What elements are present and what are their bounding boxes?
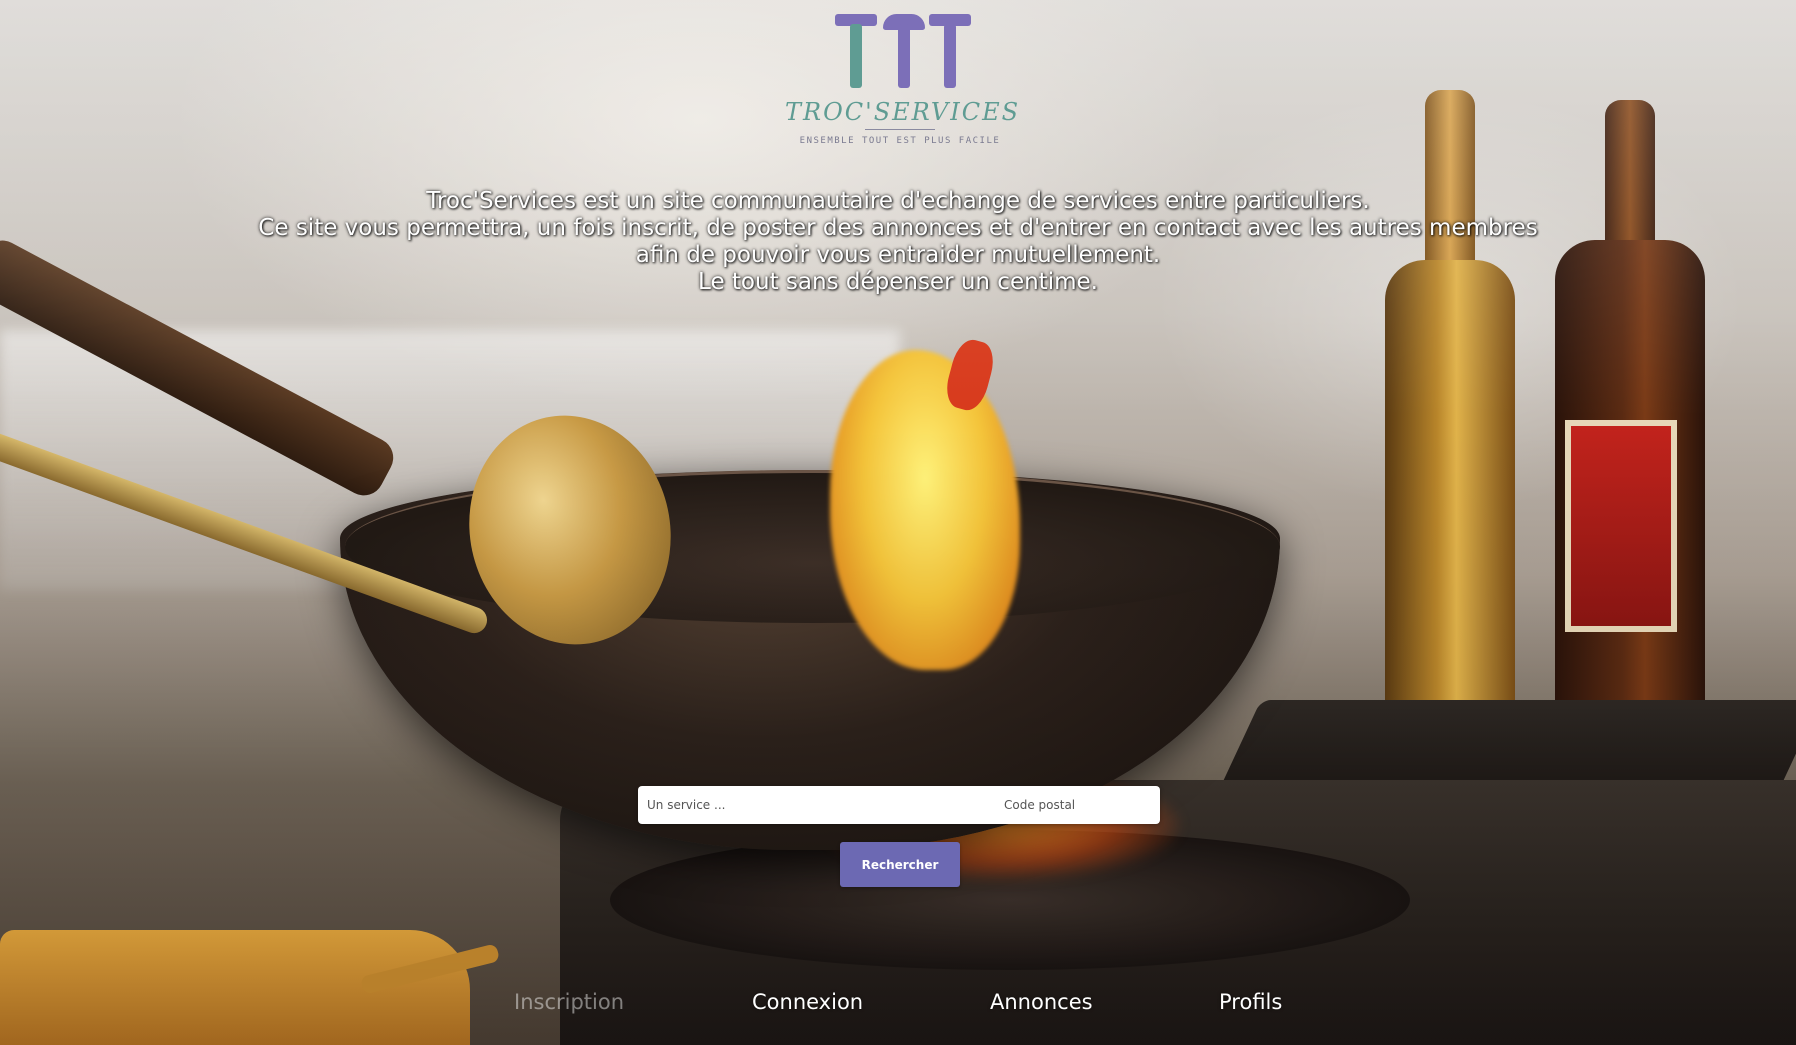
intro-line: Troc'Services est un site communautaire … <box>426 188 1370 214</box>
intro-line: afin de pouvoir vous entraider mutuellem… <box>635 242 1161 268</box>
logo-divider <box>865 129 935 130</box>
intro-line: Le tout sans dépenser un centime. <box>698 269 1098 295</box>
nav-item-connexion[interactable]: Connexion <box>752 990 863 1014</box>
postal-code-input[interactable] <box>1004 785 1156 825</box>
intro-line: Ce site vous permettra, un fois inscrit,… <box>258 215 1538 241</box>
search-form <box>638 785 1160 825</box>
service-search-input[interactable] <box>638 785 1004 825</box>
nav-item-annonces[interactable]: Annonces <box>990 990 1093 1014</box>
site-logo[interactable]: TROC'SERVICES ENSEMBLE TOUT EST PLUS FAC… <box>785 8 1021 158</box>
logo-tagline: ENSEMBLE TOUT EST PLUS FACILE <box>799 136 1001 146</box>
tools-icon <box>825 8 975 90</box>
bottom-nav: Inscription Connexion Annonces Profils <box>0 990 1796 1030</box>
nav-item-inscription[interactable]: Inscription <box>514 990 624 1014</box>
nav-item-profils[interactable]: Profils <box>1219 990 1282 1014</box>
intro-text: Troc'Services est un site communautaire … <box>100 188 1696 296</box>
search-button[interactable]: Rechercher <box>840 842 960 887</box>
logo-name: TROC'SERVICES <box>785 98 1021 126</box>
